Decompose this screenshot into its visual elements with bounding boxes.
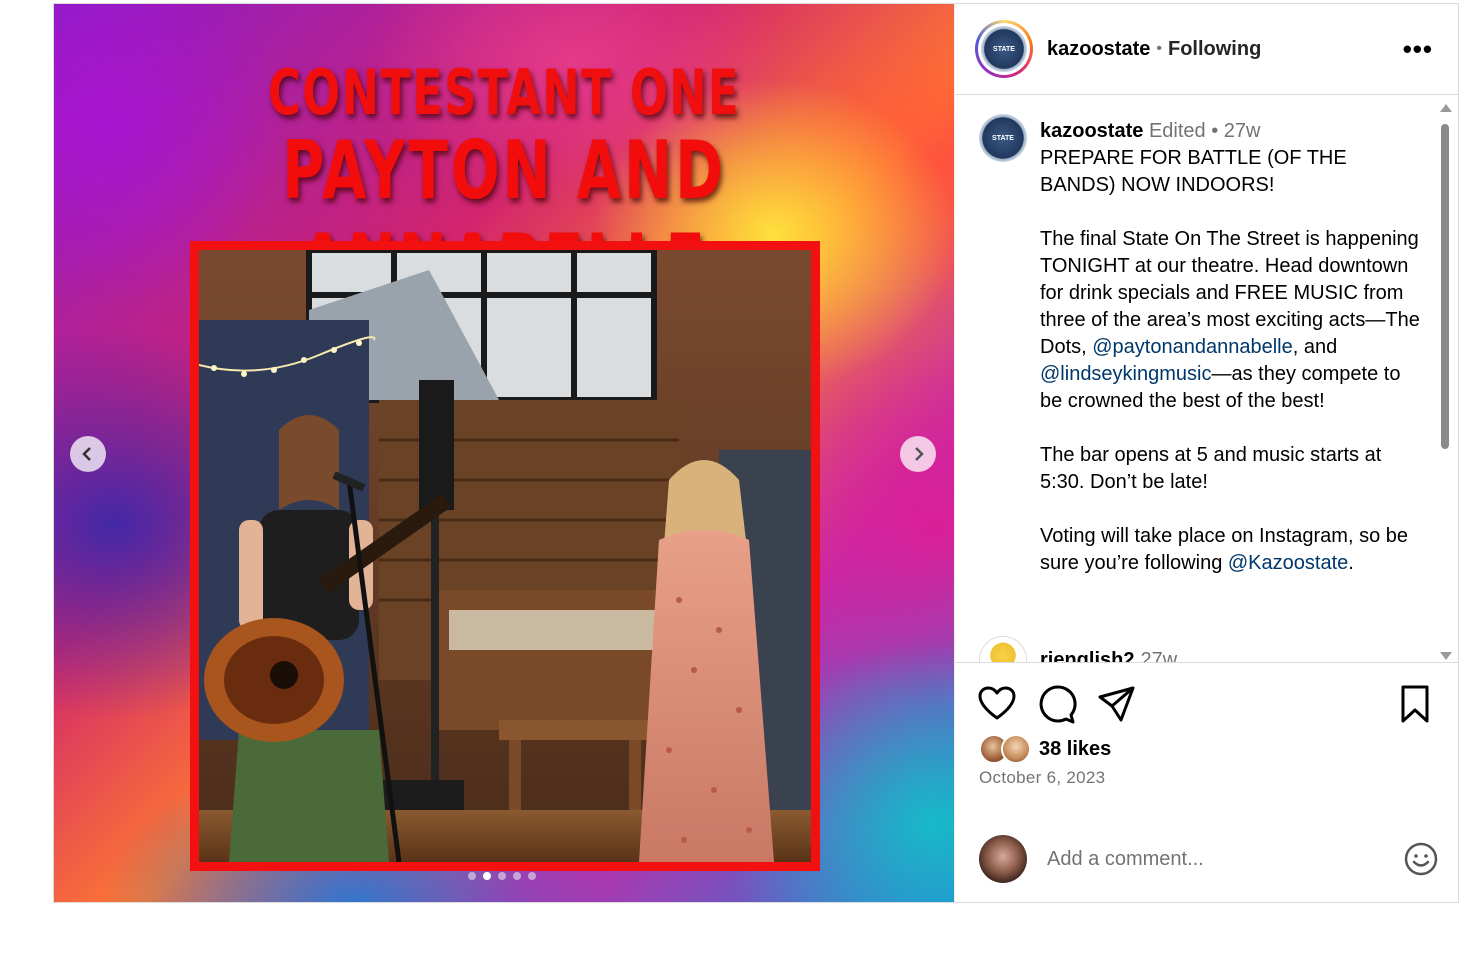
carousel-dot bbox=[498, 872, 506, 880]
carousel-dot bbox=[513, 872, 521, 880]
liker-avatar[interactable] bbox=[1001, 734, 1031, 764]
caption-avatar[interactable]: STATE bbox=[979, 114, 1027, 162]
post-header: STATE kazoostate • Following ••• bbox=[955, 4, 1459, 95]
caption-paragraph-3: The bar opens at 5 and music starts at 5… bbox=[1040, 444, 1382, 493]
mention-link[interactable]: @paytonandannabelle bbox=[1092, 336, 1292, 358]
comment-item: rjenglish2 27w bbox=[979, 636, 1178, 663]
post-media: CONTESTANT ONE PAYTON AND ANNABELLE bbox=[54, 4, 954, 902]
caption-username[interactable]: kazoostate bbox=[1040, 120, 1143, 142]
scroll-thumb[interactable] bbox=[1441, 124, 1449, 449]
instagram-post: CONTESTANT ONE PAYTON AND ANNABELLE bbox=[53, 3, 1459, 903]
bookmark-icon[interactable] bbox=[1395, 684, 1435, 724]
scroll-down-arrow[interactable] bbox=[1440, 652, 1452, 660]
caption-scrollbar[interactable] bbox=[1438, 102, 1452, 662]
heart-icon[interactable] bbox=[977, 684, 1017, 724]
caption-time[interactable]: 27w bbox=[1224, 120, 1261, 142]
carousel-indicator bbox=[468, 872, 536, 880]
carousel-dot bbox=[468, 872, 476, 880]
caption-line1: PREPARE FOR BATTLE (OF THE BANDS) NOW IN… bbox=[1040, 147, 1347, 196]
add-comment-bar bbox=[955, 819, 1459, 899]
performers-photo bbox=[199, 250, 811, 862]
chevron-left-icon bbox=[82, 447, 91, 461]
scroll-up-arrow[interactable] bbox=[1440, 104, 1452, 112]
comment-time: 27w bbox=[1140, 648, 1178, 663]
post-date[interactable]: October 6, 2023 bbox=[979, 768, 1105, 788]
caption-p2-mid: , and bbox=[1292, 336, 1338, 358]
edited-label: Edited bbox=[1148, 120, 1206, 142]
likes-count[interactable]: 38 likes bbox=[1039, 738, 1111, 761]
header-username[interactable]: kazoostate bbox=[1047, 38, 1150, 61]
following-button[interactable]: Following bbox=[1168, 38, 1261, 61]
action-bar bbox=[977, 684, 1437, 724]
caption-paragraph-2: The final State On The Street is happeni… bbox=[1040, 226, 1420, 415]
carousel-next-button[interactable] bbox=[900, 436, 936, 472]
post-side-panel: STATE kazoostate • Following ••• STATE k… bbox=[954, 4, 1459, 902]
comment-input[interactable] bbox=[1047, 847, 1347, 871]
caption-separator: • bbox=[1211, 120, 1219, 142]
comment-icon[interactable] bbox=[1037, 684, 1077, 724]
likes-row: 38 likes bbox=[979, 734, 1111, 764]
mention-link[interactable]: @lindseykingmusic bbox=[1040, 363, 1211, 385]
photo-frame bbox=[190, 241, 820, 871]
state-theatre-logo: STATE bbox=[981, 26, 1027, 72]
header-separator: • bbox=[1156, 40, 1162, 57]
more-options-icon: ••• bbox=[1402, 34, 1433, 64]
caption-scroll-area[interactable]: STATE kazoostate Edited • 27w PREPARE FO… bbox=[955, 96, 1459, 663]
carousel-prev-button[interactable] bbox=[70, 436, 106, 472]
caption-paragraph-4: Voting will take place on Instagram, so … bbox=[1040, 523, 1420, 577]
commenter-avatar[interactable] bbox=[979, 636, 1027, 662]
carousel-dot-active bbox=[483, 872, 491, 880]
share-icon[interactable] bbox=[1097, 684, 1137, 724]
headline-contestant: CONTESTANT ONE bbox=[267, 56, 741, 129]
more-options-button[interactable]: ••• bbox=[1403, 34, 1433, 65]
carousel-dot bbox=[528, 872, 536, 880]
chevron-right-icon bbox=[915, 447, 924, 461]
current-user-avatar bbox=[979, 835, 1027, 883]
comment-username[interactable]: rjenglish2 bbox=[1040, 649, 1134, 663]
caption-body: kazoostate Edited • 27w PREPARE FOR BATT… bbox=[1040, 118, 1420, 577]
emoji-icon[interactable] bbox=[1403, 841, 1439, 877]
mention-link[interactable]: @Kazoostate bbox=[1228, 552, 1348, 574]
caption-p4-end: . bbox=[1348, 552, 1354, 574]
account-avatar[interactable]: STATE bbox=[975, 20, 1033, 78]
